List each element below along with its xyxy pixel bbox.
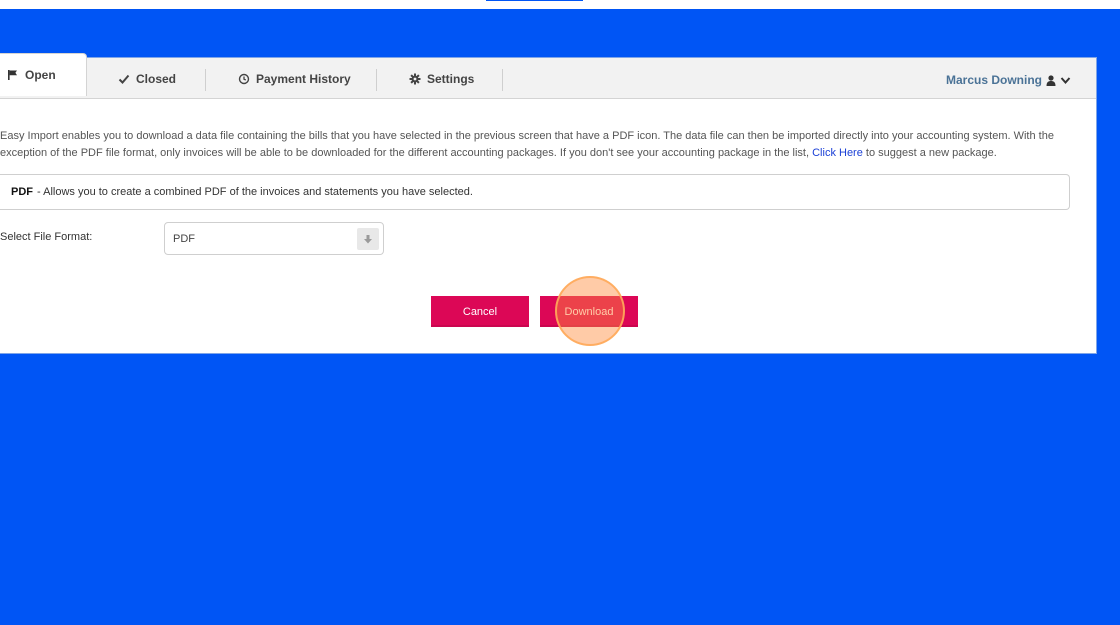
tab-payment-history[interactable]: Payment History: [237, 58, 351, 99]
tab-label: Payment History: [256, 71, 351, 86]
user-icon: [1046, 74, 1056, 86]
arrow-down-icon: [364, 235, 372, 244]
clock-icon: [237, 72, 251, 86]
tab-settings[interactable]: Settings: [408, 58, 474, 99]
tab-closed[interactable]: Closed: [117, 58, 176, 99]
chevron-down-icon: [1060, 76, 1071, 84]
tab-divider: [205, 69, 206, 91]
user-menu[interactable]: Marcus Downing: [946, 58, 1071, 102]
intro-text: Easy Import enables you to download a da…: [0, 128, 1075, 161]
format-name: PDF: [11, 186, 33, 198]
easy-import-panel: Open Closed Payment History Settings Mar…: [0, 53, 1097, 354]
tab-bar: Open Closed Payment History Settings Mar…: [0, 53, 1096, 102]
tab-label: Closed: [136, 71, 177, 86]
tab-label: Settings: [427, 71, 475, 86]
tab-open[interactable]: Open: [0, 53, 87, 96]
format-description: - Allows you to create a combined PDF of…: [37, 186, 473, 198]
intro-text-tail: to suggest a new package.: [862, 146, 997, 159]
tab-label: Open: [25, 68, 56, 82]
tab-divider: [502, 69, 503, 91]
file-format-value: PDF: [173, 232, 195, 245]
user-name: Marcus Downing: [945, 73, 1042, 87]
top-underline: [486, 0, 583, 1]
download-button[interactable]: Download: [540, 296, 638, 327]
select-arrow[interactable]: [357, 228, 379, 250]
tab-divider: [376, 69, 377, 91]
file-format-select[interactable]: PDF: [164, 222, 384, 255]
suggest-package-link[interactable]: Click Here: [812, 147, 863, 159]
file-format-label: Select File Format:: [0, 231, 93, 243]
flag-icon: [6, 68, 20, 82]
gear-icon: [408, 72, 422, 86]
format-description-box: PDF - Allows you to create a combined PD…: [0, 174, 1070, 210]
check-icon: [117, 72, 131, 86]
cancel-button[interactable]: Cancel: [431, 296, 529, 327]
